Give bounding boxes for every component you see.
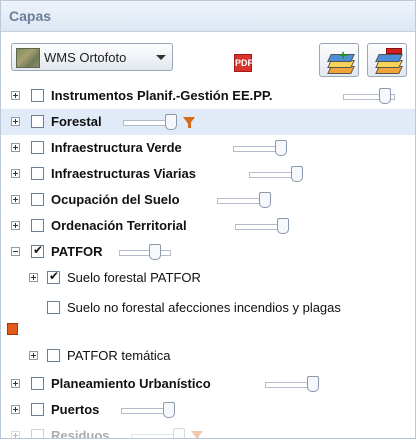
- filter-icon[interactable]: [183, 117, 195, 128]
- opacity-slider-thumb[interactable]: [165, 114, 177, 130]
- pdf-icon[interactable]: [7, 323, 18, 335]
- layer-label: Puertos: [51, 402, 100, 417]
- layer-row: Planeamiento Urbanístico: [1, 371, 415, 397]
- chevron-down-icon: [156, 55, 166, 60]
- expand-icon[interactable]: [11, 221, 20, 230]
- sublayer-row: Suelo forestal PATFOR: [1, 265, 415, 291]
- sublayer-label: Suelo forestal PATFOR: [67, 270, 201, 285]
- layer-label: Ordenación Territorial: [51, 218, 187, 233]
- sublayer-checkbox[interactable]: [47, 269, 60, 284]
- pdf-icon[interactable]: PDF: [234, 54, 253, 72]
- opacity-slider-thumb[interactable]: [275, 140, 287, 156]
- expand-icon[interactable]: [11, 431, 20, 438]
- sublayer-label: PATFOR temática: [67, 348, 171, 363]
- layers-panel: Capas WMS Ortofoto PDF + Instrumentos Pl…: [0, 0, 416, 439]
- opacity-slider[interactable]: [119, 250, 171, 256]
- opacity-slider-thumb[interactable]: [379, 88, 391, 104]
- sublayer-row: PATFOR temática: [1, 343, 415, 369]
- layer-row: Puertos: [1, 397, 415, 423]
- sublayer-label: Suelo no forestal afecciones incendios y…: [67, 300, 341, 315]
- layer-label: PATFOR: [51, 244, 103, 259]
- layer-checkbox[interactable]: [31, 115, 44, 128]
- layer-label: Infraestructura Verde: [51, 140, 182, 155]
- expand-icon[interactable]: [11, 143, 20, 152]
- opacity-slider-thumb[interactable]: [173, 428, 185, 438]
- collapse-icon[interactable]: [11, 247, 20, 256]
- basemap-thumbnail-icon: [16, 48, 40, 68]
- layer-checkbox[interactable]: [31, 141, 44, 154]
- layer-row: Infraestructuras Viarias: [1, 161, 415, 187]
- basemap-dropdown[interactable]: WMS Ortofoto: [11, 43, 173, 71]
- layer-label: Planeamiento Urbanístico: [51, 376, 211, 391]
- layer-checkbox[interactable]: [31, 193, 44, 206]
- expand-icon[interactable]: [11, 195, 20, 204]
- layer-checkbox[interactable]: [31, 429, 44, 438]
- layer-row: PATFOR: [1, 239, 415, 265]
- layer-row: Instrumentos Planif.-Gestión EE.PP.: [1, 83, 415, 109]
- layer-row: Infraestructura Verde: [1, 135, 415, 161]
- layer-label: Residuos: [51, 428, 110, 439]
- expand-icon[interactable]: [11, 117, 20, 126]
- expand-icon[interactable]: [11, 379, 20, 388]
- basemap-label: WMS Ortofoto: [44, 50, 127, 65]
- opacity-slider-thumb[interactable]: [291, 166, 303, 182]
- expand-icon[interactable]: [29, 273, 38, 282]
- layer-checkbox[interactable]: [31, 167, 44, 180]
- layer-label: Infraestructuras Viarias: [51, 166, 196, 181]
- layer-checkbox[interactable]: [31, 377, 44, 390]
- sublayer-row: Suelo no forestal afecciones incendios y…: [1, 295, 415, 321]
- layer-label: Forestal: [51, 114, 102, 129]
- add-layer-button[interactable]: +: [319, 43, 359, 77]
- panel-header: Capas: [1, 1, 415, 32]
- layer-checkbox[interactable]: [31, 243, 44, 258]
- opacity-slider-thumb[interactable]: [259, 192, 271, 208]
- layer-label: Instrumentos Planif.-Gestión EE.PP.: [51, 88, 273, 103]
- remove-layer-icon: [375, 48, 403, 74]
- opacity-slider-thumb[interactable]: [163, 402, 175, 418]
- opacity-slider-thumb[interactable]: [277, 218, 289, 234]
- layer-label: Ocupación del Suelo: [51, 192, 180, 207]
- expand-icon[interactable]: [29, 351, 38, 360]
- expand-icon[interactable]: [11, 405, 20, 414]
- expand-icon[interactable]: [11, 169, 20, 178]
- filter-icon[interactable]: [191, 431, 203, 438]
- opacity-slider-thumb[interactable]: [149, 244, 161, 260]
- add-layer-icon: +: [327, 48, 355, 74]
- sublayer-checkbox[interactable]: [47, 349, 60, 362]
- remove-layer-button[interactable]: [367, 43, 407, 77]
- layer-row: Ocupación del Suelo: [1, 187, 415, 213]
- layer-row: Forestal: [1, 109, 415, 135]
- expand-icon[interactable]: [11, 91, 20, 100]
- panel-title: Capas: [9, 8, 52, 24]
- layer-checkbox[interactable]: [31, 89, 44, 102]
- layers-toolbar: WMS Ortofoto PDF +: [1, 32, 415, 78]
- opacity-slider-thumb[interactable]: [307, 376, 319, 392]
- layer-checkbox[interactable]: [31, 403, 44, 416]
- layer-row: Ordenación Territorial: [1, 213, 415, 239]
- sublayer-checkbox[interactable]: [47, 301, 60, 314]
- layer-checkbox[interactable]: [31, 219, 44, 232]
- layer-row: Residuos: [1, 423, 415, 439]
